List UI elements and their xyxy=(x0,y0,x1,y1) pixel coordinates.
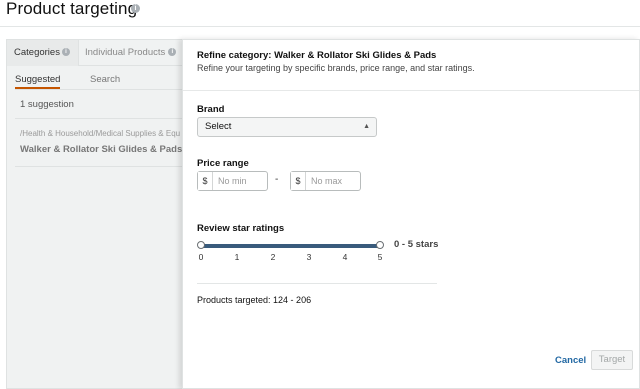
rating-range-value: 0 - 5 stars xyxy=(394,239,439,250)
targeting-options-panel: Categories i Individual Products i Suggest… xyxy=(6,39,183,389)
price-max-input[interactable]: No max xyxy=(311,172,359,190)
brand-select[interactable]: Select ▲ xyxy=(197,117,377,137)
rating-tick: 3 xyxy=(306,252,312,262)
targeting-tabs: Categories i Individual Products i xyxy=(7,40,183,66)
price-min-input[interactable]: No min xyxy=(218,172,266,190)
brand-select-value: Select xyxy=(205,121,232,132)
info-icon[interactable]: i xyxy=(61,48,70,57)
page-header: Product targeting i xyxy=(0,0,640,27)
tab-categories-label: Categories xyxy=(14,47,60,58)
suggestion-count: 1 suggestion xyxy=(20,99,74,110)
rating-tick: 1 xyxy=(234,252,240,262)
divider xyxy=(197,283,437,284)
currency-symbol: $ xyxy=(291,172,306,190)
rating-tick: 5 xyxy=(377,252,383,262)
select-arrows-icon: ▲ xyxy=(363,123,370,130)
rating-slider-min-handle[interactable] xyxy=(197,241,205,249)
rating-tick: 0 xyxy=(198,252,204,262)
info-icon[interactable]: i xyxy=(131,4,140,13)
tab-categories[interactable]: Categories i xyxy=(7,40,79,66)
rating-tick: 4 xyxy=(342,252,348,262)
rating-tick: 2 xyxy=(270,252,276,262)
divider xyxy=(15,166,183,167)
refine-category-panel: Refine category: Walker & Rollator Ski G… xyxy=(182,39,640,389)
brand-label: Brand xyxy=(197,104,225,115)
subtab-suggested[interactable]: Suggested xyxy=(15,74,61,89)
refine-title: Refine category: Walker & Rollator Ski G… xyxy=(197,50,437,61)
cancel-button[interactable]: Cancel xyxy=(555,355,586,366)
price-range-label: Price range xyxy=(197,158,249,169)
suggestion-subtabs: Suggested Search xyxy=(15,74,183,90)
rating-slider-track[interactable] xyxy=(200,244,381,248)
review-ratings-label: Review star ratings xyxy=(197,223,285,234)
refine-description: Refine your targeting by specific brands… xyxy=(197,63,475,73)
products-targeted: Products targeted: 124 - 206 xyxy=(197,295,312,305)
divider xyxy=(15,118,183,119)
tab-individual-products[interactable]: Individual Products i xyxy=(79,40,183,66)
tab-individual-products-label: Individual Products xyxy=(85,47,166,58)
price-separator: - xyxy=(275,174,279,185)
currency-symbol: $ xyxy=(198,172,213,190)
info-icon[interactable]: i xyxy=(168,48,177,57)
price-max-field[interactable]: $ No max xyxy=(290,171,361,191)
category-path: /Health & Household/Medical Supplies & E… xyxy=(20,129,181,138)
page-title: Product targeting xyxy=(6,0,138,18)
target-button[interactable]: Target xyxy=(591,350,633,370)
refine-header: Refine category: Walker & Rollator Ski G… xyxy=(183,40,639,91)
category-suggestion-name[interactable]: Walker & Rollator Ski Glides & Pads xyxy=(20,144,182,155)
subtab-search[interactable]: Search xyxy=(90,74,120,85)
rating-slider-max-handle[interactable] xyxy=(376,241,384,249)
price-min-field[interactable]: $ No min xyxy=(197,171,268,191)
